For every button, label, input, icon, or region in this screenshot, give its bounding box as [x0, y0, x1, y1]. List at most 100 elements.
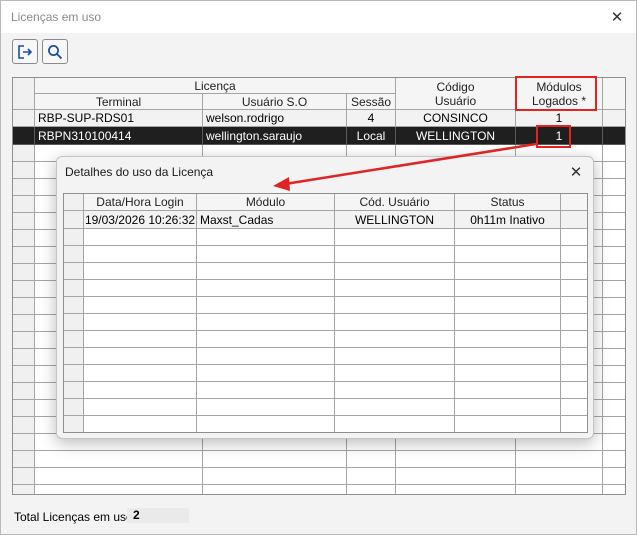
empty-cell: [455, 399, 561, 416]
search-button[interactable]: [42, 39, 68, 64]
empty-cell: [335, 280, 455, 297]
row-indicator: [13, 417, 35, 434]
empty-cell: [84, 246, 197, 263]
empty-cell: [561, 280, 587, 297]
empty-cell: [603, 162, 625, 179]
empty-cell: [603, 332, 625, 349]
column-header-sessao[interactable]: Sessão: [347, 94, 396, 110]
empty-cell: [455, 297, 561, 314]
row-indicator[interactable]: [13, 127, 35, 145]
close-icon: ✕: [569, 164, 583, 181]
empty-cell: [84, 399, 197, 416]
exit-button[interactable]: [12, 39, 38, 64]
empty-cell: [335, 229, 455, 246]
empty-cell: [84, 297, 197, 314]
cell-filler: [603, 110, 625, 127]
column-header-data-hora[interactable]: Data/Hora Login: [84, 194, 197, 211]
cell-modulo: Maxst_Cadas: [197, 211, 335, 229]
empty-cell: [335, 246, 455, 263]
empty-cell: [455, 331, 561, 348]
empty-cell: [603, 434, 625, 451]
empty-cell: [561, 399, 587, 416]
empty-cell: [335, 399, 455, 416]
empty-cell: [197, 365, 335, 382]
cell-cod-usuario: WELLINGTON: [335, 211, 455, 229]
dialog-title: Detalhes do uso da Licença: [65, 165, 214, 179]
empty-cell: [335, 314, 455, 331]
empty-cell: [603, 281, 625, 298]
row-indicator: [13, 332, 35, 349]
empty-cell: [335, 297, 455, 314]
empty-cell: [455, 416, 561, 432]
empty-cell: [561, 246, 587, 263]
row-indicator: [64, 399, 84, 416]
empty-cell: [35, 451, 203, 468]
cell-sessao: Local: [347, 127, 396, 145]
empty-cell: [455, 314, 561, 331]
empty-cell: [603, 417, 625, 434]
column-header-usuario-so[interactable]: Usuário S.O: [203, 94, 347, 110]
column-header-cod-usuario[interactable]: Cód. Usuário: [335, 194, 455, 211]
cell-status: 0h11m Inativo: [455, 211, 561, 229]
column-header-codigo-usuario[interactable]: Código Usuário: [396, 78, 516, 110]
cell-filler: [603, 127, 625, 145]
row-indicator: [64, 348, 84, 365]
empty-cell: [197, 331, 335, 348]
empty-cell: [455, 382, 561, 399]
row-indicator: [13, 468, 35, 485]
row-indicator[interactable]: [64, 211, 84, 229]
empty-cell: [335, 263, 455, 280]
empty-cell: [603, 315, 625, 332]
codigo-header-line1: Código: [436, 79, 475, 94]
empty-cell: [455, 348, 561, 365]
column-header-status[interactable]: Status: [455, 194, 561, 211]
empty-cell: [396, 451, 516, 468]
empty-cell: [347, 451, 396, 468]
group-header-licenca: Licença: [35, 78, 396, 94]
empty-cell: [603, 247, 625, 264]
detalhes-grid: Data/Hora Login Módulo Cód. Usuário Stat…: [63, 193, 588, 433]
row-indicator[interactable]: [13, 110, 35, 127]
column-header-modulo[interactable]: Módulo: [197, 194, 335, 211]
row-indicator: [13, 247, 35, 264]
row-indicator-header: [64, 194, 84, 211]
column-header-terminal[interactable]: Terminal: [35, 94, 203, 110]
row-indicator: [64, 297, 84, 314]
empty-cell: [561, 365, 587, 382]
highlight-box-header: [515, 76, 597, 111]
empty-cell: [561, 263, 587, 280]
empty-cell: [335, 382, 455, 399]
empty-cell: [561, 314, 587, 331]
empty-cell: [603, 468, 625, 485]
empty-cell: [84, 263, 197, 280]
row-indicator: [13, 196, 35, 213]
empty-cell: [197, 348, 335, 365]
empty-cell: [561, 297, 587, 314]
window-close-button[interactable]: ✕: [606, 6, 628, 28]
empty-cell: [197, 416, 335, 432]
close-icon: ✕: [610, 9, 624, 26]
dialog-close-button[interactable]: ✕: [565, 161, 587, 183]
exit-icon: [18, 44, 33, 59]
empty-cell: [335, 331, 455, 348]
codigo-header-line2: Usuário: [434, 93, 477, 108]
empty-cell: [197, 382, 335, 399]
empty-cell: [84, 280, 197, 297]
empty-cell: [603, 145, 625, 162]
licencas-window: Licenças em uso ✕ Licença Terminal Usuár…: [0, 0, 637, 535]
total-licencas-value: 2: [127, 508, 189, 523]
row-indicator: [64, 365, 84, 382]
row-indicator: [64, 382, 84, 399]
row-indicator: [13, 349, 35, 366]
empty-cell: [84, 314, 197, 331]
empty-cell: [396, 485, 516, 494]
row-indicator: [13, 298, 35, 315]
row-indicator: [13, 264, 35, 281]
empty-cell: [561, 331, 587, 348]
row-indicator: [13, 434, 35, 451]
title-bar: Licenças em uso ✕: [1, 1, 636, 33]
empty-cell: [603, 383, 625, 400]
row-indicator: [13, 315, 35, 332]
row-indicator: [13, 162, 35, 179]
total-licencas-label: Total Licenças em uso:: [14, 510, 137, 524]
